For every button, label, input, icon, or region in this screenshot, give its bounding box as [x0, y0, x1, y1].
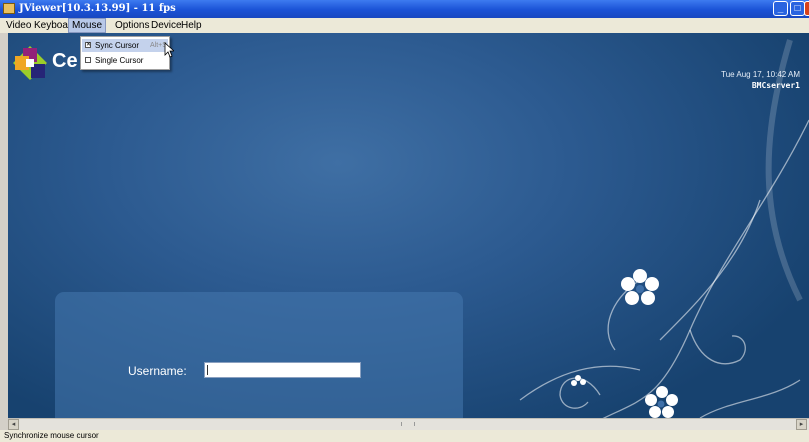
clock-display: Tue Aug 17, 10:42 AM: [721, 70, 800, 79]
horizontal-scrollbar[interactable]: ◂ ▸: [8, 418, 809, 430]
close-button[interactable]: [804, 1, 809, 16]
login-panel: [55, 292, 463, 427]
checkbox-checked-icon: ✕: [85, 42, 92, 48]
mouse-menu-dropdown: ✕ Sync Cursor Alt+S Single Cursor: [80, 36, 170, 70]
menu-bar: Video Keyboard Mouse Options Device Help: [0, 18, 809, 34]
menu-video[interactable]: Video: [3, 18, 34, 33]
mouse-pointer-icon: [164, 42, 174, 58]
username-input[interactable]: [204, 362, 361, 378]
menu-help[interactable]: Help: [178, 18, 205, 33]
scroll-right-button[interactable]: ▸: [796, 419, 807, 430]
window-left-edge: [0, 33, 8, 418]
window-title: JViewer[10.3.13.99] - 11 fps: [19, 3, 176, 14]
window-title-bar[interactable]: JViewer[10.3.13.99] - 11 fps _ □: [0, 0, 809, 18]
hostname-label: BMCserver1: [751, 81, 800, 90]
menu-item-single-cursor[interactable]: Single Cursor: [82, 54, 168, 67]
maximize-button[interactable]: □: [790, 1, 805, 16]
status-bar: Synchronize mouse cursor: [0, 430, 809, 442]
jviewer-app-icon: [3, 3, 15, 14]
centos-logo-icon: [13, 46, 47, 80]
menu-mouse[interactable]: Mouse: [68, 18, 107, 33]
scroll-left-button[interactable]: ◂: [8, 419, 19, 430]
os-logo-text: Ce: [52, 50, 78, 72]
scroll-thumb-grip[interactable]: [401, 422, 415, 426]
minimize-button[interactable]: _: [773, 1, 788, 16]
menu-item-sync-cursor[interactable]: ✕ Sync Cursor Alt+S: [82, 39, 168, 52]
checkbox-unchecked-icon: [85, 57, 91, 63]
username-label: Username:: [128, 364, 187, 378]
menu-options[interactable]: Options: [112, 18, 152, 33]
